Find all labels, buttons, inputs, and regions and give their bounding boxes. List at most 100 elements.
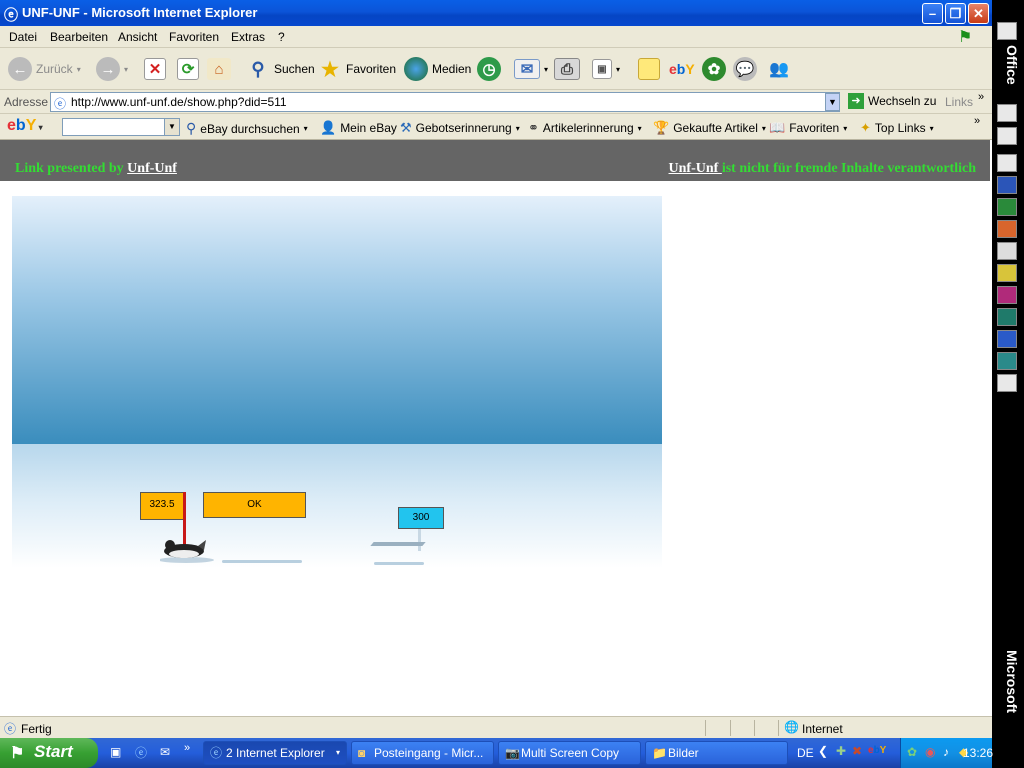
word-icon[interactable] <box>997 176 1017 194</box>
item-reminder-button[interactable]: ⚭ Artikelerinnerung ▾ <box>528 120 642 136</box>
tray-volume-icon[interactable]: ♪ <box>943 745 949 759</box>
bid-reminder-button[interactable]: ⚒ Gebotserinnerung ▾ <box>400 120 520 136</box>
disclaimer-label: ist nicht für fremde Inhalte verantwortl… <box>721 161 976 176</box>
address-label: Adresse <box>4 95 49 109</box>
links-label[interactable]: Links <box>945 95 973 109</box>
edit-button[interactable]: ▣ ▾ <box>592 48 620 90</box>
menu-datei[interactable]: Datei <box>9 30 37 44</box>
clock[interactable]: 13:26 <box>963 746 993 760</box>
office-folder-icon[interactable] <box>997 127 1017 145</box>
start-button[interactable]: ⚑ Start <box>0 738 98 768</box>
task-outlook[interactable]: ◙ Posteingang - Micr... <box>351 741 494 765</box>
go-arrow-icon: ➜ <box>848 93 864 109</box>
bought-items-dropdown-icon: ▾ <box>761 123 766 133</box>
maximize-button[interactable]: ❐ <box>945 3 966 24</box>
quicklaunch-chevron-icon[interactable]: » <box>184 742 190 754</box>
powerpoint-icon[interactable] <box>997 220 1017 238</box>
game-canvas[interactable]: 323.5 OK 300 <box>12 196 662 568</box>
outlook-icon[interactable] <box>997 330 1017 348</box>
menu-favoriten[interactable]: Favoriten <box>169 30 219 44</box>
mail-button[interactable]: ✉ ▾ <box>514 48 548 90</box>
forward-button[interactable]: → ▾ <box>96 48 128 90</box>
status-value: OK <box>247 499 262 510</box>
task-bilder[interactable]: 📁 Bilder <box>645 741 788 765</box>
ebay-search-input[interactable]: ▼ <box>62 118 180 136</box>
menu-bearbeiten[interactable]: Bearbeiten <box>50 30 108 44</box>
address-dropdown-button[interactable]: ▼ <box>825 93 840 111</box>
forward-arrow-icon: → <box>96 57 120 81</box>
office-app-icon[interactable] <box>997 22 1017 40</box>
messenger-button[interactable]: ✿ <box>702 48 726 90</box>
tray-back-icon[interactable]: ❮ <box>818 744 828 758</box>
back-button[interactable]: ← Zurück ▾ <box>8 48 81 90</box>
notes-button[interactable] <box>638 48 660 90</box>
tray-shield-icon[interactable]: ◉ <box>925 745 935 759</box>
search-icon: ⚲ <box>251 58 265 79</box>
page-done-icon: ⓔ <box>4 722 17 736</box>
access-icon[interactable] <box>997 286 1017 304</box>
ebay-toolbar-button[interactable]: ebY <box>669 48 695 90</box>
top-links-button[interactable]: ✦ Top Links ▾ <box>860 120 934 136</box>
office-doc-icon[interactable] <box>997 104 1017 122</box>
close-button[interactable]: ✕ <box>968 3 989 24</box>
status-bar: ⓔ Fertig 🌐 Internet <box>0 716 992 738</box>
back-dropdown-icon: ▾ <box>76 64 81 74</box>
ebay-bar-logo[interactable]: ebY ▾ <box>7 117 43 135</box>
publisher-icon[interactable] <box>997 352 1017 370</box>
discuss-button[interactable]: 💬 <box>733 48 757 90</box>
ebay-favorites-button[interactable]: 📖 Favoriten ▾ <box>769 120 847 136</box>
links-chevron-icon[interactable]: » <box>978 91 984 103</box>
search-button[interactable]: ⚲ Suchen <box>246 48 314 90</box>
minimize-button[interactable]: – <box>922 3 943 24</box>
presented-by-text: Link presented by Unf-Unf <box>15 161 177 177</box>
top-links-label: Top Links <box>874 121 926 135</box>
media-button[interactable]: Medien <box>404 48 471 90</box>
ebay-toolbar: ebY ▾ ▼ ⚲ eBay durchsuchen ▾ 👤 Mein eBay… <box>0 114 992 140</box>
menu-extras[interactable]: Extras <box>231 30 265 44</box>
ebay-chevron-icon[interactable]: » <box>974 115 980 127</box>
my-ebay-button[interactable]: 👤 Mein eBay <box>320 120 397 136</box>
ebay-input-dropdown-icon[interactable]: ▼ <box>164 119 179 135</box>
microsoft-label: Microsoft <box>1004 650 1020 713</box>
star-icon: ★ <box>321 58 339 81</box>
slide-track <box>222 560 302 563</box>
quicklaunch-mail-icon[interactable]: ✉ <box>160 745 170 759</box>
open-book-icon: 📖 <box>769 120 786 135</box>
refresh-button[interactable]: ⟳ <box>177 48 199 90</box>
office-clock-icon[interactable] <box>997 264 1017 282</box>
print-button[interactable]: ⎙ <box>554 48 580 90</box>
ebay-search-icon: ⚲ <box>186 120 197 136</box>
office-window-icon[interactable] <box>997 154 1017 172</box>
stop-button[interactable]: ✕ <box>144 48 166 90</box>
messenger-flower-icon: ✿ <box>702 57 726 81</box>
tray-ebay-icon[interactable]: ebY <box>868 745 886 756</box>
quicklaunch-ie-icon[interactable]: ⓔ <box>135 744 147 761</box>
address-bar: Adresse ⓔ http://www.unf-unf.de/show.php… <box>0 90 992 114</box>
home-button[interactable]: ⌂ <box>207 48 231 90</box>
address-input[interactable]: ⓔ http://www.unf-unf.de/show.php?did=511 <box>50 92 840 112</box>
task-multi-screen-copy[interactable]: 📷 Multi Screen Copy <box>498 741 641 765</box>
office-assistant-icon[interactable] <box>997 374 1017 392</box>
tray-app-icon[interactable]: ✚ <box>836 744 846 758</box>
quicklaunch-desktop-icon[interactable]: ▣ <box>110 745 121 759</box>
presented-by-label: Link presented by <box>15 161 128 176</box>
menu-help[interactable]: ? <box>278 30 285 44</box>
unf-unf-link-left[interactable]: Unf-Unf <box>127 161 177 176</box>
history-button[interactable]: ◷ <box>477 48 501 90</box>
favorites-button[interactable]: ★ Favoriten <box>318 48 396 90</box>
printer-icon: ⎙ <box>554 58 580 80</box>
office-tool-icon[interactable] <box>997 242 1017 260</box>
unf-unf-link-right[interactable]: Unf-Unf <box>669 161 722 176</box>
tray-x-icon[interactable]: ✖ <box>852 744 862 758</box>
language-indicator[interactable]: DE <box>797 746 814 760</box>
office-sheet-icon[interactable] <box>997 308 1017 326</box>
menu-ansicht[interactable]: Ansicht <box>118 30 157 44</box>
go-button[interactable]: ➜ Wechseln zu <box>848 93 936 109</box>
excel-icon[interactable] <box>997 198 1017 216</box>
bought-items-button[interactable]: 🏆 Gekaufte Artikel ▾ <box>653 120 766 136</box>
windows-logo-icon: ⚑ <box>958 29 973 46</box>
ebay-search-button[interactable]: ⚲ eBay durchsuchen ▾ <box>186 120 308 137</box>
people-button[interactable]: 👥 <box>767 48 791 90</box>
tray-network-icon[interactable]: ✿ <box>907 745 917 759</box>
task-internet-explorer[interactable]: ⓔ 2 Internet Explorer ▾ <box>203 741 347 765</box>
